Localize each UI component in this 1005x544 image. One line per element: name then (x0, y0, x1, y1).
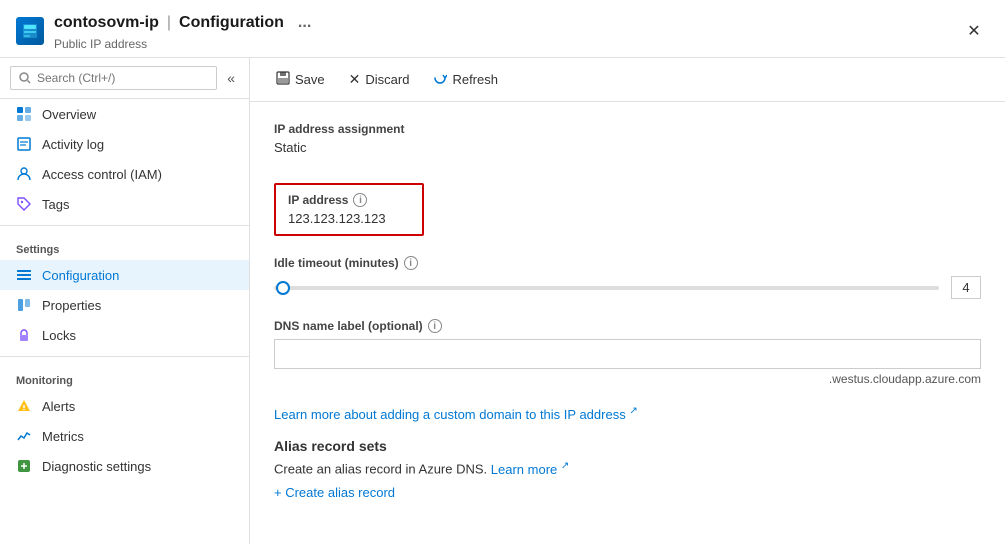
sidebar-item-metrics[interactable]: Metrics (0, 421, 249, 451)
discard-button[interactable]: ✕ Discard (339, 66, 420, 93)
ip-address-value: 123.123.123.123 (288, 211, 410, 226)
search-box[interactable] (10, 66, 217, 90)
sidebar-item-activity-log-label: Activity log (42, 137, 104, 152)
sidebar-item-tags[interactable]: Tags (0, 189, 249, 219)
dns-name-info-icon[interactable]: i (428, 319, 442, 333)
access-control-icon (16, 166, 32, 182)
idle-timeout-value[interactable]: 4 (951, 276, 981, 299)
refresh-label: Refresh (452, 72, 498, 87)
toolbar: Save ✕ Discard Refresh (250, 58, 1005, 102)
save-button[interactable]: Save (266, 66, 335, 93)
idle-timeout-slider[interactable] (274, 286, 939, 290)
ip-assignment-label: IP address assignment (274, 122, 981, 136)
page-content: IP address assignment Static IP address … (250, 102, 1005, 544)
metrics-icon (16, 428, 32, 444)
ip-address-info-icon[interactable]: i (353, 193, 367, 207)
sidebar-item-locks[interactable]: Locks (0, 320, 249, 350)
dns-name-label: DNS name label (optional) i (274, 319, 981, 333)
create-alias-record-button[interactable]: + Create alias record (274, 485, 981, 500)
idle-timeout-section: Idle timeout (minutes) i 4 (274, 256, 981, 299)
title-text: contosovm-ip | Configuration ... Public … (54, 10, 959, 51)
sidebar-item-overview-label: Overview (42, 107, 96, 122)
ip-assignment-section: IP address assignment Static (274, 122, 981, 155)
refresh-icon (433, 71, 447, 88)
sidebar-item-diagnostic-settings[interactable]: Diagnostic settings (0, 451, 249, 481)
alias-record-sets-section: Alias record sets Create an alias record… (274, 438, 981, 499)
sidebar-item-alerts[interactable]: Alerts (0, 391, 249, 421)
save-icon (276, 71, 290, 88)
configuration-icon (16, 267, 32, 283)
alias-record-sets-desc: Create an alias record in Azure DNS. Lea… (274, 460, 981, 476)
title-bar: contosovm-ip | Configuration ... Public … (0, 0, 1005, 58)
sidebar-item-locks-label: Locks (42, 328, 76, 343)
main-layout: « Overview Activity (0, 58, 1005, 544)
diagnostic-icon (16, 458, 32, 474)
resource-subtitle: Public IP address (54, 37, 959, 51)
save-label: Save (295, 72, 325, 87)
idle-timeout-info-icon[interactable]: i (404, 256, 418, 270)
idle-timeout-label: Idle timeout (minutes) i (274, 256, 981, 270)
sidebar-item-properties-label: Properties (42, 298, 101, 313)
ip-assignment-value: Static (274, 140, 981, 155)
ip-address-label: IP address i (288, 193, 410, 207)
refresh-button[interactable]: Refresh (423, 66, 508, 93)
title-separator: | (167, 14, 171, 32)
alerts-icon (16, 398, 32, 414)
search-input[interactable] (37, 71, 208, 85)
sidebar-item-access-control-label: Access control (IAM) (42, 167, 162, 182)
learn-more-section: Learn more about adding a custom domain … (274, 406, 981, 422)
external-link-icon: ↗ (629, 406, 637, 417)
alias-record-sets-title: Alias record sets (274, 438, 981, 454)
resource-icon (16, 17, 44, 45)
sidebar-item-tags-label: Tags (42, 197, 69, 212)
discard-label: Discard (365, 72, 409, 87)
sidebar-item-activity-log[interactable]: Activity log (0, 129, 249, 159)
overview-icon (16, 106, 32, 122)
nav-divider-settings (0, 225, 249, 226)
discard-icon: ✕ (349, 71, 361, 88)
slider-thumb[interactable] (276, 281, 290, 295)
sidebar-item-alerts-label: Alerts (42, 399, 75, 414)
sidebar-item-diagnostic-settings-label: Diagnostic settings (42, 459, 151, 474)
nav-divider-monitoring (0, 356, 249, 357)
search-area: « (0, 58, 249, 99)
sidebar-item-access-control[interactable]: Access control (IAM) (0, 159, 249, 189)
dns-name-section: DNS name label (optional) i .westus.clou… (274, 319, 981, 386)
dns-name-input[interactable] (274, 339, 981, 369)
collapse-sidebar-button[interactable]: « (223, 68, 239, 88)
tags-icon (16, 196, 32, 212)
more-options-button[interactable]: ... (292, 10, 317, 36)
alias-external-link-icon: ↗ (561, 460, 569, 471)
activity-log-icon (16, 136, 32, 152)
sidebar: « Overview Activity (0, 58, 250, 544)
monitoring-section-label: Monitoring (0, 363, 249, 391)
settings-section-label: Settings (0, 232, 249, 260)
ip-address-box: IP address i 123.123.123.123 (274, 183, 424, 236)
dns-suffix: .westus.cloudapp.azure.com (274, 372, 981, 386)
resource-name: contosovm-ip (54, 14, 159, 32)
sidebar-item-properties[interactable]: Properties (0, 290, 249, 320)
locks-icon (16, 327, 32, 343)
search-icon (19, 72, 31, 84)
sidebar-item-overview[interactable]: Overview (0, 99, 249, 129)
idle-timeout-slider-container: 4 (274, 276, 981, 299)
content-area: Save ✕ Discard Refresh IP (250, 58, 1005, 544)
page-title: Configuration (179, 14, 284, 32)
alias-learn-more-link[interactable]: Learn more ↗ (491, 462, 570, 477)
dns-input-container (274, 339, 981, 369)
sidebar-item-configuration[interactable]: Configuration (0, 260, 249, 290)
close-button[interactable]: ✕ (959, 16, 989, 46)
sidebar-item-configuration-label: Configuration (42, 268, 119, 283)
properties-icon (16, 297, 32, 313)
learn-more-domain-link[interactable]: Learn more about adding a custom domain … (274, 407, 638, 422)
sidebar-item-metrics-label: Metrics (42, 429, 84, 444)
